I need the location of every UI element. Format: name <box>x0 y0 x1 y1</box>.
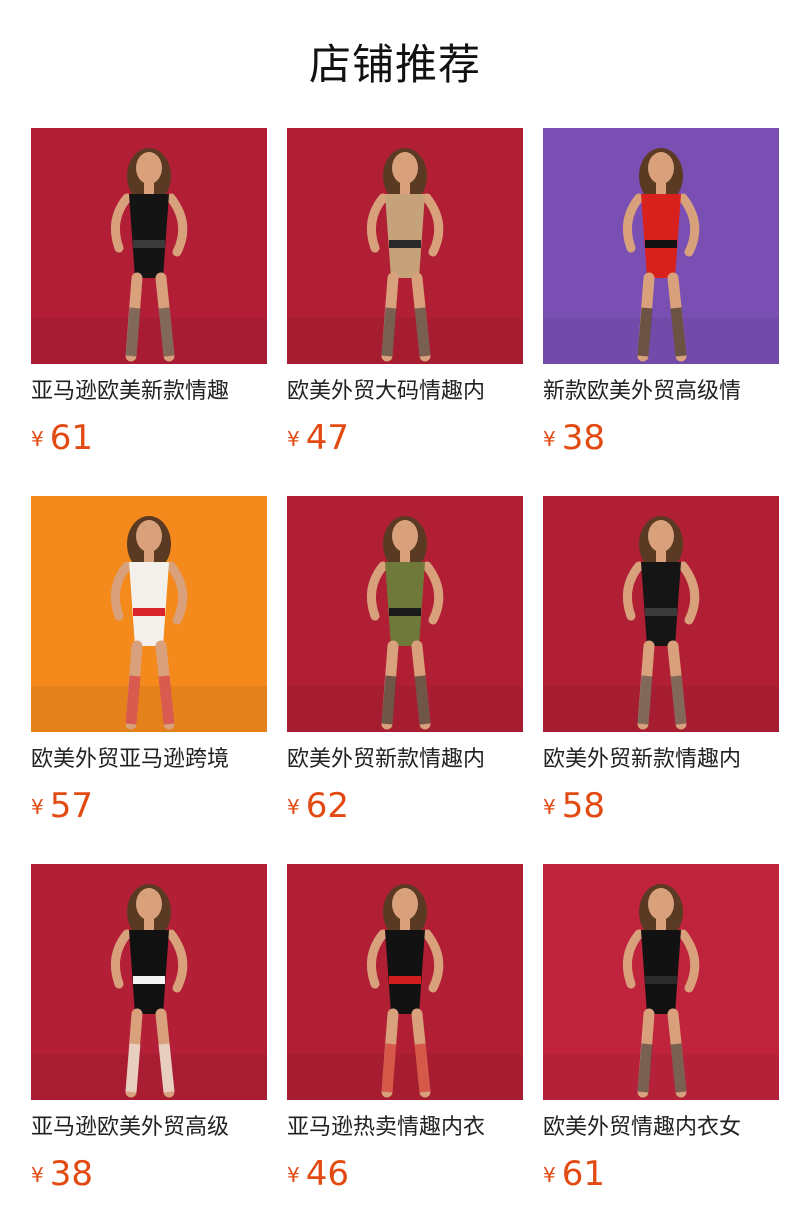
product-card[interactable]: 欧美外贸新款情趣内 ¥58 <box>543 496 779 836</box>
product-name[interactable]: 亚马逊热卖情趣内衣 <box>287 1112 523 1144</box>
product-photo <box>287 128 523 364</box>
product-image[interactable] <box>543 864 779 1100</box>
product-image[interactable] <box>287 864 523 1100</box>
product-photo <box>31 496 267 732</box>
product-image[interactable] <box>31 496 267 732</box>
product-photo <box>31 864 267 1100</box>
product-name[interactable]: 欧美外贸亚马逊跨境 <box>31 744 267 776</box>
product-photo <box>543 128 779 364</box>
product-price: ¥38 <box>31 1154 93 1194</box>
currency-symbol: ¥ <box>287 427 300 451</box>
currency-symbol: ¥ <box>31 427 44 451</box>
product-card[interactable]: 欧美外贸亚马逊跨境 ¥57 <box>31 496 267 836</box>
product-card[interactable]: 亚马逊热卖情趣内衣 ¥46 <box>287 864 523 1204</box>
product-name[interactable]: 欧美外贸大码情趣内 <box>287 376 523 408</box>
product-image[interactable] <box>287 128 523 364</box>
currency-symbol: ¥ <box>543 795 556 819</box>
price-amount: 61 <box>561 1154 605 1194</box>
product-photo <box>543 496 779 732</box>
product-name[interactable]: 亚马逊欧美新款情趣 <box>31 376 267 408</box>
product-image[interactable] <box>543 128 779 364</box>
product-card[interactable]: 欧美外贸情趣内衣女 ¥61 <box>543 864 779 1204</box>
product-price: ¥46 <box>287 1154 349 1194</box>
product-name[interactable]: 欧美外贸新款情趣内 <box>287 744 523 776</box>
product-image[interactable] <box>543 496 779 732</box>
product-image[interactable] <box>31 128 267 364</box>
price-amount: 57 <box>49 786 93 826</box>
price-amount: 38 <box>561 418 605 458</box>
product-photo <box>31 128 267 364</box>
product-price: ¥62 <box>287 786 349 826</box>
product-card[interactable]: 欧美外贸大码情趣内 ¥47 <box>287 128 523 468</box>
price-amount: 62 <box>305 786 349 826</box>
price-amount: 46 <box>305 1154 349 1194</box>
product-image[interactable] <box>287 496 523 732</box>
product-price: ¥61 <box>31 418 93 458</box>
currency-symbol: ¥ <box>287 795 300 819</box>
product-photo <box>543 864 779 1100</box>
currency-symbol: ¥ <box>31 795 44 819</box>
product-price: ¥61 <box>543 1154 605 1194</box>
product-photo <box>287 496 523 732</box>
product-name[interactable]: 欧美外贸情趣内衣女 <box>543 1112 779 1144</box>
page-title: 店铺推荐 <box>308 40 481 89</box>
product-card[interactable]: 亚马逊欧美外贸高级 ¥38 <box>31 864 267 1204</box>
price-amount: 38 <box>49 1154 93 1194</box>
price-amount: 58 <box>561 786 605 826</box>
product-name[interactable]: 新款欧美外贸高级情 <box>543 376 779 408</box>
product-name[interactable]: 欧美外贸新款情趣内 <box>543 744 779 776</box>
product-image[interactable] <box>31 864 267 1100</box>
product-card[interactable]: 新款欧美外贸高级情 ¥38 <box>543 128 779 468</box>
currency-symbol: ¥ <box>31 1163 44 1187</box>
product-price: ¥47 <box>287 418 349 458</box>
product-price: ¥58 <box>543 786 605 826</box>
currency-symbol: ¥ <box>543 1163 556 1187</box>
product-name[interactable]: 亚马逊欧美外贸高级 <box>31 1112 267 1144</box>
price-amount: 47 <box>305 418 349 458</box>
product-photo <box>287 864 523 1100</box>
currency-symbol: ¥ <box>287 1163 300 1187</box>
currency-symbol: ¥ <box>543 427 556 451</box>
product-card[interactable]: 亚马逊欧美新款情趣 ¥61 <box>31 128 267 468</box>
product-card[interactable]: 欧美外贸新款情趣内 ¥62 <box>287 496 523 836</box>
price-amount: 61 <box>49 418 93 458</box>
product-price: ¥57 <box>31 786 93 826</box>
product-price: ¥38 <box>543 418 605 458</box>
